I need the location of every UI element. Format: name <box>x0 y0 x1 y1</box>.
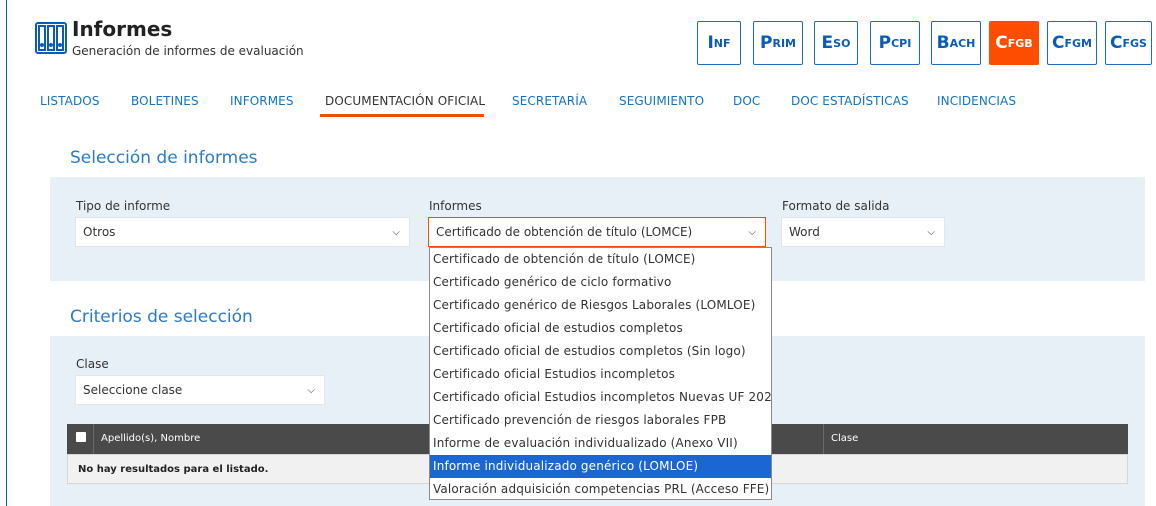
clase-select[interactable]: Seleccione clase ⌵ <box>75 375 325 405</box>
dropdown-option[interactable]: Certificado genérico de Riesgos Laborale… <box>430 294 771 317</box>
formato-salida-label: Formato de salida <box>782 199 890 213</box>
level-label-rest: RIM <box>772 36 796 50</box>
level-label-rest: CPI <box>891 36 912 50</box>
clase-value: Seleccione clase <box>83 383 183 397</box>
dropdown-option[interactable]: Certificado genérico de ciclo formativo <box>430 271 771 294</box>
level-label-initial: B <box>936 33 950 53</box>
select-all-checkbox[interactable] <box>76 432 86 442</box>
informes-select[interactable]: Certificado de obtención de título (LOMC… <box>428 217 766 247</box>
level-button-cfgb[interactable]: C FGB <box>989 21 1039 65</box>
page-subtitle: Generación de informes de evaluación <box>72 44 304 58</box>
column-divider <box>823 424 824 454</box>
level-label-rest: FGS <box>1122 36 1147 50</box>
chevron-down-icon: ⌵ <box>307 385 315 396</box>
dropdown-option[interactable]: Certificado oficial de estudios completo… <box>430 317 771 340</box>
level-label-initial: P <box>760 33 773 53</box>
dropdown-option[interactable]: Valoración adquisición competencias PRL … <box>430 478 771 499</box>
level-button-prim[interactable]: P RIM <box>753 21 803 65</box>
column-header-name[interactable]: Apellido(s), Nombre <box>101 433 200 444</box>
dropdown-option[interactable]: Certificado oficial Estudios incompletos <box>430 363 771 386</box>
dropdown-option[interactable]: Certificado de obtención de título (LOMC… <box>430 248 771 271</box>
informes-value: Certificado de obtención de título (LOMC… <box>436 225 693 239</box>
nav-listados[interactable]: LISTADOS <box>40 94 100 108</box>
level-button-cfgm[interactable]: C FGM <box>1047 21 1097 65</box>
level-label-rest: FGM <box>1064 36 1092 50</box>
formato-salida-select[interactable]: Word ⌵ <box>781 217 945 247</box>
nav-doc-estadisticas[interactable]: DOC ESTADÍSTICAS <box>791 94 909 108</box>
clase-label: Clase <box>76 357 109 371</box>
chevron-down-icon: ⌵ <box>927 227 935 238</box>
column-header-clase[interactable]: Clase <box>831 433 858 444</box>
window-edge <box>6 0 7 506</box>
nav-informes[interactable]: INFORMES <box>230 94 294 108</box>
level-button-cfgs[interactable]: C FGS <box>1105 21 1152 65</box>
informes-dropdown-list[interactable]: Certificado de obtención de título (LOMC… <box>429 247 772 500</box>
nav-documentacion-oficial[interactable]: DOCUMENTACIÓN OFICIAL <box>325 94 485 108</box>
level-button-pcpi[interactable]: P CPI <box>870 21 920 65</box>
level-label-rest: NF <box>713 36 731 50</box>
active-tab-underline <box>320 114 484 117</box>
nav-doc[interactable]: DOC <box>733 94 760 108</box>
level-label-initial: P <box>878 33 892 53</box>
informes-label: Informes <box>429 199 482 213</box>
dropdown-option[interactable]: Informe de evaluación individualizado (A… <box>430 432 771 455</box>
level-label-rest: SO <box>833 36 851 50</box>
level-label-initial: E <box>821 33 834 53</box>
tipo-informe-label: Tipo de informe <box>76 199 171 213</box>
section-title-seleccion: Selección de informes <box>70 148 258 168</box>
nav-incidencias[interactable]: INCIDENCIAS <box>937 94 1016 108</box>
nav-boletines[interactable]: BOLETINES <box>131 94 199 108</box>
section-title-criterios: Criterios de selección <box>70 307 253 327</box>
chevron-down-icon: ⌵ <box>748 227 756 238</box>
level-button-eso[interactable]: E SO <box>814 21 858 65</box>
tipo-informe-select[interactable]: Otros ⌵ <box>75 217 410 247</box>
column-divider <box>93 424 94 454</box>
dropdown-option-highlighted[interactable]: Informe individualizado genérico (LOMLOE… <box>430 455 771 478</box>
nav-secretaria[interactable]: SECRETARÍA <box>512 94 587 108</box>
level-label-initial: C <box>1110 33 1123 53</box>
level-label-rest: FGB <box>1007 36 1033 50</box>
level-label-rest: ACH <box>949 36 976 50</box>
chevron-down-icon: ⌵ <box>392 227 400 238</box>
level-button-bach[interactable]: B ACH <box>931 21 981 65</box>
dropdown-option[interactable]: Certificado oficial Estudios incompletos… <box>430 386 771 409</box>
level-label-initial: C <box>1052 33 1065 53</box>
page-title: Informes <box>72 17 173 41</box>
page: Informes Generación de informes de evalu… <box>0 0 1156 506</box>
dropdown-option[interactable]: Certificado oficial de estudios completo… <box>430 340 771 363</box>
tipo-informe-value: Otros <box>83 225 116 239</box>
binders-logo-icon <box>35 22 67 54</box>
level-button-inf[interactable]: I NF <box>697 21 741 65</box>
level-label-initial: C <box>995 33 1008 53</box>
formato-salida-value: Word <box>789 225 820 239</box>
nav-seguimiento[interactable]: SEGUIMIENTO <box>619 94 704 108</box>
dropdown-option[interactable]: Certificado prevención de riesgos labora… <box>430 409 771 432</box>
